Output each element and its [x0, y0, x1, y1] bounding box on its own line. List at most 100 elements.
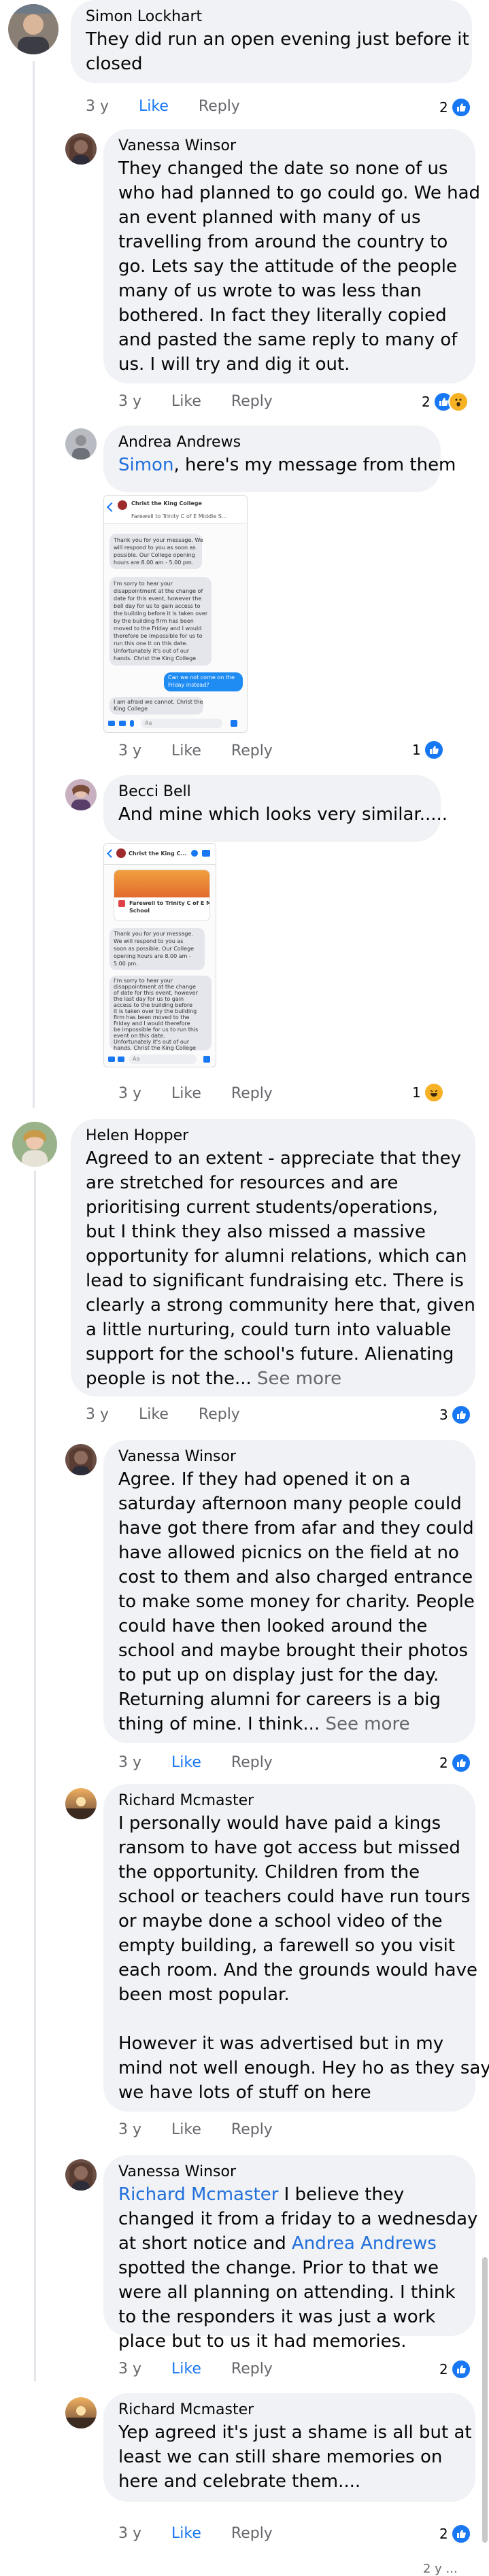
comment-text: Agree. If they had opened it on a saturd… [118, 1469, 475, 1734]
avatar-vanessa-winsor[interactable] [65, 2159, 97, 2191]
reaction-count: 2 [439, 99, 448, 116]
message-bubble: I'm sorry to hear your disappointment at… [109, 577, 212, 666]
reply-button[interactable]: Reply [231, 1085, 273, 1102]
comment-timestamp[interactable]: 3 y [86, 98, 109, 115]
comment-author[interactable]: Simon Lockhart [86, 7, 457, 27]
comment-author[interactable]: Vanessa Winsor [118, 136, 460, 156]
avatar-richard-mcmaster[interactable] [65, 1788, 97, 1819]
like-button[interactable]: Like [139, 1406, 169, 1423]
chat-subtitle: Farewell to Trinity C of E Middle S... [131, 513, 227, 519]
mention-link[interactable]: Richard Mcmaster [118, 2184, 278, 2205]
like-reaction-icon [450, 1405, 471, 1425]
comment-bubble: Richard Mcmaster Yep agreed it's just a … [103, 2393, 475, 2502]
reaction-summary[interactable]: 1 [412, 1082, 444, 1103]
comment-bubble: Simon Lockhart They did run an open even… [71, 0, 472, 83]
reaction-summary[interactable]: 2 [439, 1753, 471, 1773]
messenger-header: Christ the King C... [104, 844, 216, 865]
reply-button[interactable]: Reply [231, 393, 273, 410]
comment-author[interactable]: Vanessa Winsor [118, 1447, 460, 1467]
reaction-summary[interactable]: 2 [439, 2359, 471, 2380]
like-reaction-icon [450, 1753, 471, 1773]
avatar-becci-bell[interactable] [65, 779, 97, 810]
compose-bar: Aa [108, 719, 243, 729]
like-button[interactable]: Like [171, 393, 201, 410]
avatar-richard-mcmaster[interactable] [65, 2397, 97, 2428]
reply-button[interactable]: Reply [231, 2121, 273, 2138]
comment-author[interactable]: Richard Mcmaster [118, 1791, 460, 1811]
comment-actions: 3 y Like Reply [118, 742, 303, 759]
reaction-summary[interactable]: 1 [412, 740, 444, 760]
comment-author[interactable]: Richard Mcmaster [118, 2400, 460, 2420]
like-button[interactable]: Like [171, 1085, 201, 1102]
reaction-summary[interactable]: 2 [439, 2524, 471, 2544]
reply-button[interactable]: Reply [199, 1406, 240, 1423]
like-button[interactable]: Like [171, 1754, 201, 1771]
comment-timestamp[interactable]: 3 y [118, 1085, 141, 1102]
reply-button[interactable]: Reply [231, 2360, 273, 2377]
comment-author[interactable]: Vanessa Winsor [118, 2162, 460, 2182]
comment-text: I personally would have paid a kings ran… [118, 1813, 489, 2103]
see-more-link[interactable]: See more [257, 1369, 341, 1389]
comment-text: Simon, here's my message from them [118, 455, 456, 475]
event-card: Farewell to Trinity C of E Middle School [114, 870, 210, 921]
comment-timestamp[interactable]: 3 y [118, 2121, 141, 2138]
mention-link[interactable]: Simon [118, 455, 173, 475]
reaction-count: 2 [439, 1755, 448, 1771]
comment-timestamp[interactable]: 3 y [118, 742, 141, 759]
reply-button[interactable]: Reply [199, 98, 240, 115]
comment-text: And mine which looks very similar..... [118, 804, 448, 825]
like-reaction-icon [450, 2524, 471, 2544]
comment-actions: 3 y Like Reply [86, 1406, 270, 1423]
comment-timestamp[interactable]: 3 y [118, 2360, 141, 2377]
comment-bubble: Vanessa Winsor Richard Mcmaster I believ… [103, 2155, 477, 2352]
comment-timestamp[interactable]: 3 y [118, 1754, 141, 1771]
calendar-icon [118, 900, 125, 907]
like-thumb-icon [203, 1056, 210, 1063]
reaction-count: 3 [439, 1407, 448, 1423]
comment-author[interactable]: Becci Bell [118, 782, 426, 802]
comment-actions: 3 y Like Reply [118, 2525, 303, 2542]
reply-button[interactable]: Reply [231, 2525, 273, 2542]
comment-actions: 3 y Like Reply [118, 393, 303, 410]
comment-actions: 3 y Like Reply [118, 1754, 303, 1771]
comment-timestamp[interactable]: 3 y [86, 1406, 109, 1423]
attached-screenshot[interactable]: Christ the King C... Farewell to Trinity… [103, 843, 216, 1067]
partial-timestamp: 2 y ... [423, 2562, 458, 2576]
comment-author[interactable]: Helen Hopper [86, 1126, 460, 1146]
mic-icon [130, 720, 134, 727]
like-button[interactable]: Like [171, 2121, 201, 2138]
camera-icon [108, 1057, 115, 1062]
reply-button[interactable]: Reply [231, 742, 273, 759]
like-button[interactable]: Like [139, 98, 169, 115]
mention-link[interactable]: Andrea Andrews [292, 2233, 437, 2254]
haha-reaction-icon [423, 1082, 444, 1103]
reaction-summary[interactable]: 3 [439, 1405, 471, 1425]
see-more-link[interactable]: See more [325, 1714, 409, 1734]
comment-bubble: Vanessa Winsor Agree. If they had opened… [103, 1440, 475, 1743]
like-button[interactable]: Like [171, 2360, 201, 2377]
comment-timestamp[interactable]: 3 y [118, 2525, 141, 2542]
reaction-count: 2 [422, 394, 431, 410]
avatar-andrea-andrews[interactable] [65, 428, 97, 460]
reply-button[interactable]: Reply [231, 1754, 273, 1771]
thread-line [34, 1171, 36, 2381]
comment-timestamp[interactable]: 3 y [118, 393, 141, 410]
message-bubble: Thank you for your message. We will resp… [109, 534, 203, 569]
avatar-simon-lockhart[interactable] [8, 4, 58, 54]
avatar-vanessa-winsor[interactable] [65, 1444, 97, 1475]
scrollbar-thumb[interactable] [482, 2257, 488, 2543]
message-bubble: Thank you for your message. We will resp… [109, 928, 205, 970]
back-arrow-icon [106, 502, 117, 513]
reaction-summary[interactable]: 2 [422, 392, 469, 412]
comment-author[interactable]: Andrea Andrews [118, 432, 426, 453]
avatar-vanessa-winsor[interactable] [65, 133, 97, 165]
comment-bubble: Becci Bell And mine which looks very sim… [103, 775, 448, 842]
like-button[interactable]: Like [171, 2525, 201, 2542]
comment-text: Richard Mcmaster I believe they changed … [118, 2184, 478, 2352]
like-button[interactable]: Like [171, 742, 201, 759]
message-bubble: I am afraid we cannot. Christ the King C… [109, 697, 203, 715]
avatar-helen-hopper[interactable] [12, 1122, 57, 1167]
my-message-bubble: Can we not come on the Friday instead? [164, 672, 243, 691]
reaction-summary[interactable]: 2 [439, 97, 471, 118]
attached-screenshot[interactable]: Christ the King College Farewell to Trin… [103, 495, 248, 733]
